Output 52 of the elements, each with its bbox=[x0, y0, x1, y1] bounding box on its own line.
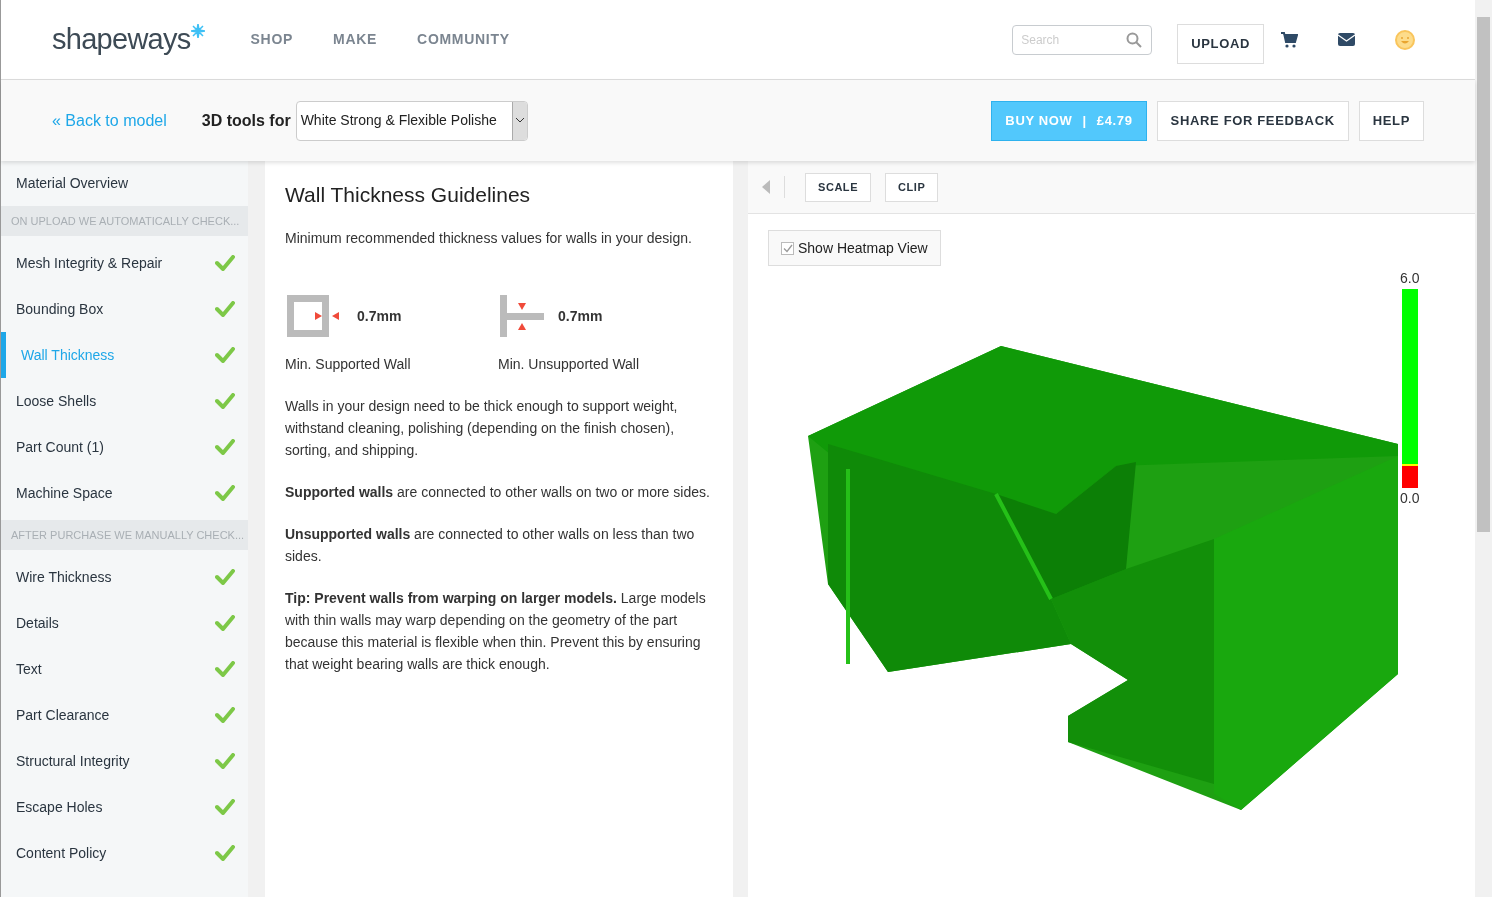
sidebar-item[interactable]: Wire Thickness bbox=[1, 554, 248, 600]
guide-caption: Min. Unsupported Wall bbox=[498, 355, 641, 374]
page-scrollbar[interactable] bbox=[1475, 0, 1492, 897]
caret-icon bbox=[515, 118, 524, 123]
tools-for-label: 3D tools for bbox=[201, 110, 291, 131]
sidebar-item[interactable]: Machine Space bbox=[1, 470, 248, 516]
sidebar-item[interactable]: Details bbox=[1, 600, 248, 646]
heatmap-toggle[interactable]: Show Heatmap View bbox=[768, 230, 941, 266]
guideline-paragraph: Supported walls are connected to other walls on two or more sides. bbox=[285, 483, 711, 502]
sidebar-item[interactable]: Part Clearance bbox=[1, 692, 248, 738]
content-scrollbar[interactable] bbox=[733, 161, 748, 897]
nav-link[interactable]: SHOP bbox=[250, 29, 294, 50]
guideline-paragraph: Tip: Prevent walls from warping on larger models. Large models with thin walls may warp depending on the geometry of the part because this material is flexible when thin. Prevent this by ensuring that weight bearing walls are thick enough. bbox=[285, 589, 707, 674]
thickness-value: 0.7mm bbox=[558, 307, 603, 326]
intro-paragraph: Minimum recommended thickness values for walls in your design. bbox=[285, 229, 693, 248]
sidebar-item[interactable]: Bounding Box bbox=[1, 286, 248, 332]
sidebar-item[interactable]: Mesh Integrity & Repair bbox=[1, 240, 248, 286]
legend-max-label: 6.0 bbox=[1400, 269, 1420, 288]
guideline-paragraph: Unsupported walls are connected to other walls on less than two sides. bbox=[285, 525, 696, 566]
upload-button[interactable]: UPLOAD bbox=[1177, 23, 1264, 64]
guide-caption: Min. Supported Wall bbox=[285, 355, 412, 374]
sidebar-item[interactable]: Escape Holes bbox=[1, 784, 248, 830]
collapse-arrow-icon[interactable] bbox=[762, 180, 770, 194]
help-button[interactable]: HELP bbox=[1358, 100, 1424, 141]
checkbox[interactable] bbox=[781, 241, 794, 255]
sidebar-item[interactable]: Material Overview bbox=[1, 161, 248, 206]
material-select[interactable]: White Strong & Flexible Polishe bbox=[295, 100, 528, 141]
guideline-paragraph: Walls in your design need to be thick enough to support weight, withstand cleaning, polishing (depending on the finish chosen), sorting, and shipping. bbox=[285, 397, 679, 460]
star-icon bbox=[190, 24, 205, 38]
share-for-feedback-button[interactable]: SHARE FOR FEEDBACK bbox=[1156, 100, 1349, 141]
viewer-tool-button[interactable]: SCALE bbox=[805, 172, 872, 202]
cart-icon[interactable] bbox=[1281, 31, 1298, 48]
shapeways-logo[interactable]: shapeways bbox=[52, 17, 191, 62]
mail-icon[interactable] bbox=[1338, 33, 1355, 46]
nav-link[interactable]: MAKE bbox=[333, 29, 378, 50]
thickness-value: 0.7mm bbox=[357, 307, 402, 326]
nav-link[interactable]: COMMUNITY bbox=[417, 29, 510, 50]
unsupported-wall-icon bbox=[498, 293, 546, 339]
guidelines-title: Wall Thickness Guidelines bbox=[285, 182, 532, 208]
sidebar-item[interactable]: Loose Shells bbox=[1, 378, 248, 424]
legend-min-label: 0.0 bbox=[1400, 489, 1420, 508]
3d-model-render-drawing[interactable] bbox=[806, 344, 1398, 812]
sidebar-scrollbar[interactable] bbox=[248, 161, 265, 897]
sidebar-item[interactable]: Structural Integrity bbox=[1, 738, 248, 784]
sidebar-item[interactable]: Part Count (1) bbox=[1, 424, 248, 470]
search-icon bbox=[1126, 31, 1143, 48]
sidebar-item[interactable]: Text bbox=[1, 646, 248, 692]
sidebar-item[interactable]: Content Policy bbox=[1, 830, 248, 876]
section-heading: AFTER PURCHASE WE MANUALLY CHECK... bbox=[1, 520, 248, 550]
smiley-avatar-icon[interactable] bbox=[1395, 29, 1415, 50]
section-heading: ON UPLOAD WE AUTOMATICALLY CHECK... bbox=[1, 206, 248, 236]
viewer-tool-button[interactable]: CLIP bbox=[885, 172, 939, 202]
